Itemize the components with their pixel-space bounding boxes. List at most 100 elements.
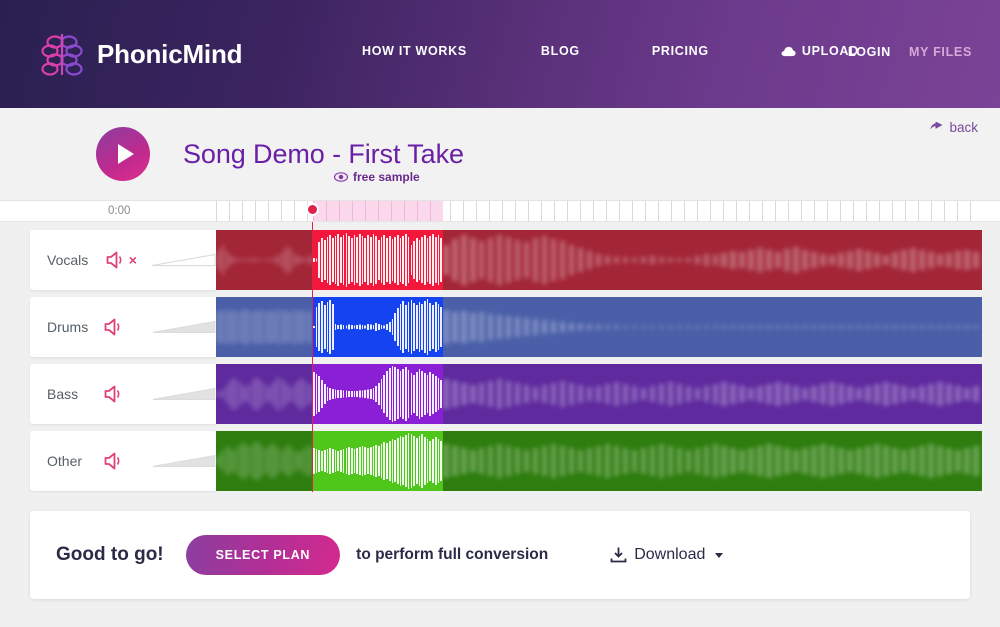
waveform-bar — [356, 391, 358, 397]
waveform-bar — [306, 383, 309, 405]
waveform-bar — [775, 326, 781, 328]
waveform-bar — [410, 373, 413, 415]
play-icon — [117, 144, 134, 164]
waveform-bar — [955, 251, 961, 269]
caret-down-icon — [715, 552, 724, 558]
waveform-bar — [437, 304, 440, 350]
mute-toggle-drums[interactable] — [103, 317, 125, 337]
waveform-bar — [418, 240, 421, 280]
select-plan-button[interactable]: SELECT PLAN — [185, 535, 341, 575]
waveform-other[interactable] — [216, 431, 982, 491]
waveform-bar — [541, 385, 548, 403]
waveform-bar — [487, 446, 494, 476]
waveform-bar — [694, 256, 701, 264]
mute-toggle-vocals[interactable] — [105, 250, 127, 270]
waveform-bars — [216, 230, 313, 290]
mute-toggle-other[interactable] — [103, 451, 125, 471]
waveform-bar — [402, 437, 405, 485]
waveform-bar — [514, 317, 521, 337]
waveform-bar — [757, 248, 763, 272]
waveform-bar — [396, 438, 399, 484]
waveform-bar — [337, 390, 340, 398]
waveform-bar — [402, 301, 405, 353]
waveform-bar — [353, 391, 356, 397]
brand-logo-link[interactable]: PhonicMind — [40, 31, 243, 77]
waveform-bar — [326, 449, 329, 473]
waveform-bass[interactable] — [216, 364, 982, 424]
waveform-bar — [318, 450, 321, 472]
waveform-bar — [595, 386, 602, 402]
waveform-bar — [415, 438, 418, 484]
waveform-bar — [410, 434, 413, 488]
waveform-drums[interactable] — [216, 297, 982, 357]
waveform-bar — [216, 457, 218, 465]
nav-item-pricing[interactable]: PRICING — [652, 44, 709, 58]
waveform-bar — [418, 369, 421, 419]
waveform-bar — [413, 241, 415, 279]
waveform-bar — [280, 253, 283, 267]
waveform-bar — [405, 234, 407, 286]
waveform-bar — [694, 388, 701, 400]
timeline-ruler[interactable]: 0:00 — [0, 200, 1000, 222]
back-link[interactable]: back — [930, 120, 978, 135]
waveform-pre-region — [216, 364, 313, 424]
playhead-handle[interactable] — [306, 203, 319, 216]
waveform-bar — [396, 235, 399, 285]
waveform-bar — [228, 255, 231, 265]
waveform-bar — [505, 237, 512, 283]
waveform-bar — [595, 325, 602, 329]
waveform-bar — [245, 309, 248, 345]
waveform-bar — [721, 446, 728, 476]
volume-slider-bass[interactable] — [152, 383, 216, 405]
waveform-bar — [928, 384, 934, 404]
waveform-bar — [364, 390, 367, 398]
waveform-bar — [216, 391, 218, 397]
waveform-bar — [784, 249, 790, 271]
free-sample-label: free sample — [353, 170, 420, 184]
waveform-bar — [514, 383, 521, 405]
waveform-bar — [391, 239, 394, 281]
waveform-bar — [541, 446, 548, 476]
volume-slider-drums[interactable] — [152, 316, 216, 338]
waveform-bar — [383, 235, 386, 285]
waveform-bar — [937, 446, 943, 476]
waveform-bar — [739, 450, 745, 472]
waveform-bar — [424, 437, 426, 485]
waveform-vocals[interactable] — [216, 230, 982, 290]
waveform-bar — [321, 380, 323, 408]
login-link[interactable]: LOGIN — [848, 45, 891, 59]
waveform-bar — [901, 450, 907, 472]
nav-label: PRICING — [651, 44, 709, 58]
waveform-bar — [394, 367, 396, 421]
nav-item-blog[interactable]: BLOG — [541, 44, 580, 58]
waveform-bar — [820, 384, 826, 404]
track-controls-bass: Bass — [30, 364, 216, 424]
waveform-bar — [235, 311, 238, 343]
waveform-bar — [232, 310, 235, 344]
nav-item-how-it-works[interactable]: HOW IT WORKS — [362, 44, 467, 58]
waveform-bars — [216, 431, 313, 491]
download-button[interactable]: Download — [610, 546, 724, 564]
play-button[interactable] — [96, 127, 150, 181]
waveform-bar — [694, 448, 701, 474]
waveform-bar — [313, 326, 315, 328]
mute-x-icon: × — [128, 252, 137, 268]
track-label: Drums — [47, 319, 89, 335]
waveform-bar — [287, 312, 290, 342]
volume-slider-vocals[interactable] — [151, 249, 216, 271]
waveform-bar — [238, 382, 241, 406]
waveform-bar — [676, 258, 683, 262]
waveform-bar — [811, 446, 817, 476]
waveform-bar — [793, 326, 799, 328]
site-header: PhonicMind HOW IT WORKS BLOG PRICING UPL… — [0, 0, 1000, 108]
waveform-bar — [838, 448, 844, 474]
waveform-bar — [293, 254, 296, 266]
waveform-bar — [793, 247, 799, 273]
waveform-bar — [345, 448, 348, 474]
waveform-bar — [321, 451, 323, 471]
waveform-bar — [811, 386, 817, 402]
my-files-link[interactable]: MY FILES — [909, 45, 972, 59]
volume-slider-other[interactable] — [152, 450, 216, 472]
waveform-bar — [396, 369, 399, 419]
mute-toggle-bass[interactable] — [103, 384, 125, 404]
